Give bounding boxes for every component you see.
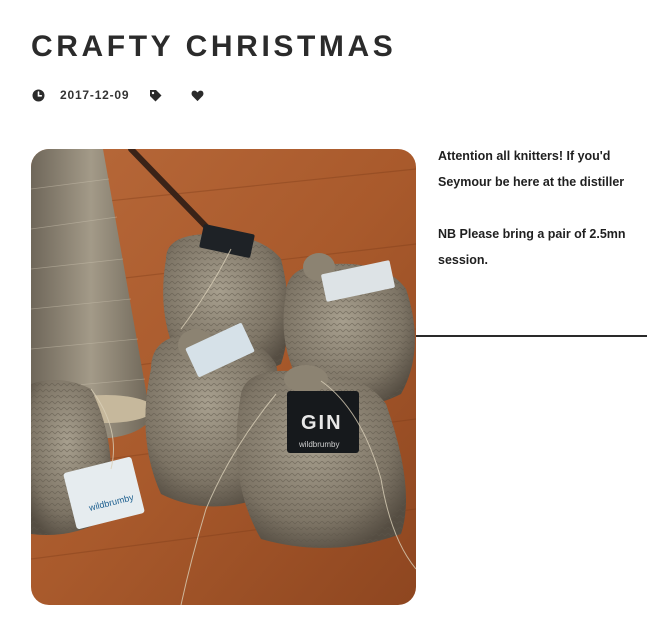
tag-gin-brand: wildbrumby	[298, 440, 339, 449]
body-paragraph-2-line-2: session.	[438, 253, 489, 267]
body-paragraph-2: NB Please bring a pair of 2.5mn session.	[438, 221, 647, 273]
post-body: Attention all knitters! If you'd Seymour…	[438, 143, 647, 273]
section-divider	[416, 335, 647, 337]
post-title: CRAFTY CHRISTMAS	[31, 30, 397, 63]
post-meta: 2017-12-09	[32, 88, 204, 102]
body-paragraph-1: Attention all knitters! If you'd Seymour…	[438, 143, 647, 195]
heart-icon[interactable]	[191, 89, 204, 102]
tag-icon[interactable]	[149, 89, 162, 102]
body-paragraph-1-line-2: Seymour be here at the distiller	[438, 175, 625, 189]
post-image: wildbrumby GIN wildbrumby	[31, 149, 416, 605]
blog-post: CRAFTY CHRISTMAS 2017-12-09 wildbrumby G…	[0, 0, 647, 624]
post-date: 2017-12-09	[60, 88, 130, 102]
body-paragraph-1-line-1: Attention all knitters! If you'd	[438, 149, 611, 163]
tag-gin-text: GIN	[301, 412, 343, 434]
body-paragraph-2-line-1: NB Please bring a pair of 2.5mn	[438, 227, 626, 241]
clock-icon	[32, 89, 45, 102]
